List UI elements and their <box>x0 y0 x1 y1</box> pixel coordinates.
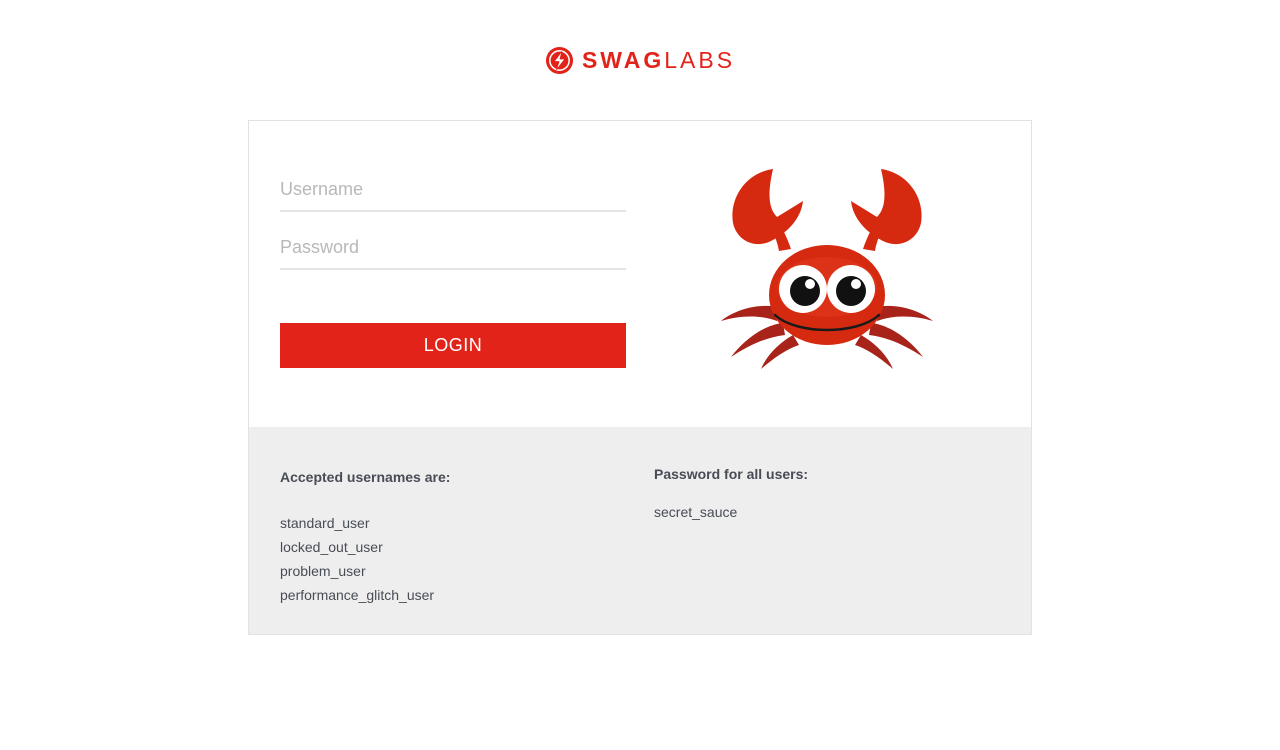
password-list: secret_sauce <box>654 500 808 524</box>
login-form-area: LOGIN <box>249 121 1031 427</box>
brand-header: SWAG LABS <box>0 45 1280 75</box>
usernames-heading: Accepted usernames are: <box>280 469 451 485</box>
brand-name-bold: SWAG <box>581 46 665 73</box>
username-item: performance_glitch_user <box>280 587 435 603</box>
brand-name-light: LABS <box>664 46 736 73</box>
username-field <box>280 170 626 212</box>
password-heading: Password for all users: <box>654 466 809 482</box>
credentials-panel: Accepted usernames are: standard_user lo… <box>249 427 1031 634</box>
usernames-section: Accepted usernames are: standard_user lo… <box>280 468 450 607</box>
username-item: standard_user <box>280 515 370 531</box>
password-input[interactable] <box>280 228 626 266</box>
swag-labs-bolt-icon <box>545 46 573 74</box>
brand-name: SWAG LABS <box>581 46 736 73</box>
username-item: locked_out_user <box>280 539 383 555</box>
brand-logo: SWAG LABS <box>545 46 735 75</box>
password-field <box>280 228 626 270</box>
username-input[interactable] <box>280 170 626 208</box>
crab-mascot-icon <box>721 169 933 369</box>
password-value: secret_sauce <box>654 504 738 520</box>
login-page: SWAG LABS LOGIN <box>0 0 1280 750</box>
password-section: Password for all users: secret_sauce <box>654 465 808 524</box>
usernames-list: standard_user locked_out_user problem_us… <box>280 511 450 607</box>
login-card: LOGIN <box>248 120 1032 635</box>
login-button[interactable]: LOGIN <box>280 323 626 368</box>
username-item: problem_user <box>280 563 366 579</box>
